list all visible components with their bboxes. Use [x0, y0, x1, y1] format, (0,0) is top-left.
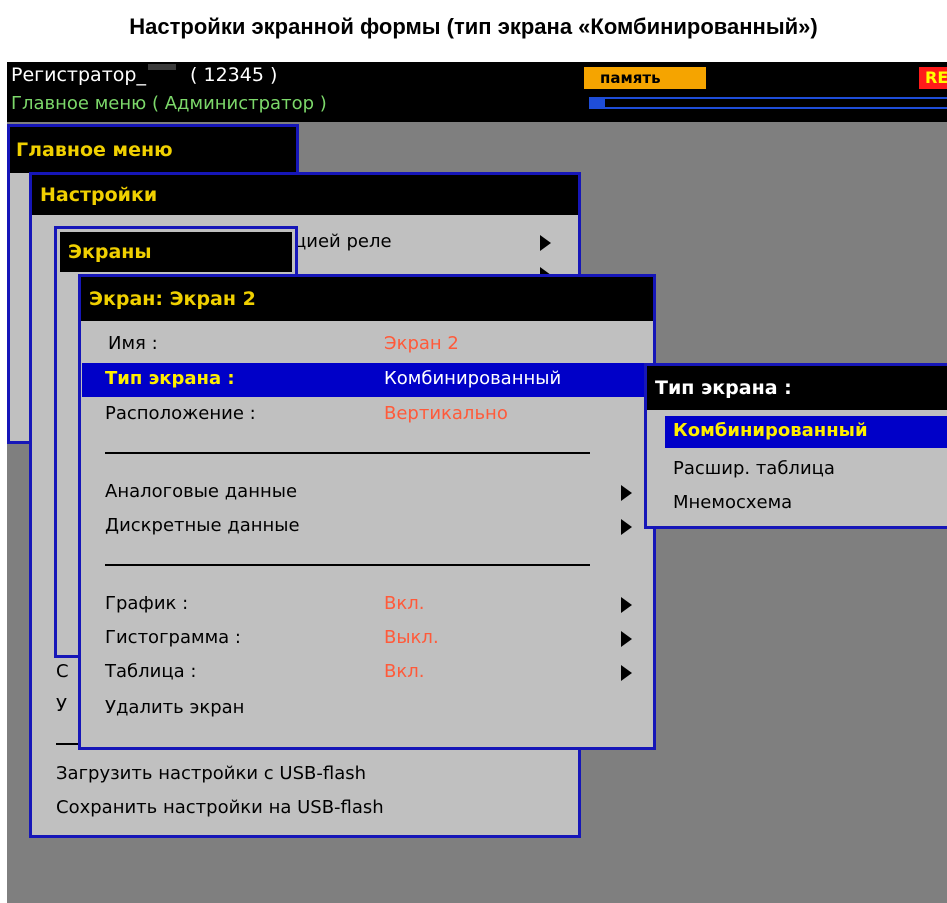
screen-divider-1	[105, 452, 590, 454]
settings-item-partial-1[interactable]: С	[56, 661, 69, 682]
graph-arrow-icon	[621, 597, 632, 613]
memory-progress-fill	[591, 99, 606, 107]
main-menu-title: Главное меню	[10, 127, 296, 173]
device-screen: Регистратор_ ( 12345 ) Главное меню ( Ад…	[7, 62, 947, 903]
delete-screen-item[interactable]: Удалить экран	[105, 697, 244, 718]
memory-badge: память	[584, 67, 706, 89]
discrete-data-arrow-icon	[621, 519, 632, 535]
screen-type-value: Комбинированный	[384, 368, 562, 389]
save-settings-usb[interactable]: Сохранить настройки на USB-flash	[56, 797, 384, 818]
table-label[interactable]: Таблица :	[105, 661, 196, 682]
memory-progress-bar	[589, 97, 947, 109]
type-option-combined-label: Комбинированный	[673, 420, 868, 441]
settings-title: Настройки	[32, 175, 578, 215]
settings-item-partial-2[interactable]: У	[56, 695, 67, 716]
screen-divider-2	[105, 564, 590, 566]
device-name-mask	[147, 64, 176, 70]
device-name: Регистратор_	[11, 64, 146, 86]
screen-name-value: Экран 2	[384, 333, 459, 354]
discrete-data-item[interactable]: Дискретные данные	[105, 515, 300, 536]
graph-value: Вкл.	[384, 593, 425, 614]
screen-type-popup: Тип экрана : Комбинированный Расшир. таб…	[644, 363, 947, 529]
analog-data-item[interactable]: Аналоговые данные	[105, 481, 297, 502]
settings-item-relay[interactable]: цией реле	[294, 231, 392, 252]
histogram-label[interactable]: Гистограмма :	[105, 627, 241, 648]
analog-data-arrow-icon	[621, 485, 632, 501]
screen-layout-value: Вертикально	[384, 403, 508, 424]
type-option-extended-table[interactable]: Расшир. таблица	[673, 458, 835, 479]
page-caption: Настройки экранной формы (тип экрана «Ко…	[129, 14, 818, 39]
screens-title: Экраны	[60, 232, 292, 272]
relay-submenu-arrow-icon	[540, 235, 551, 251]
histogram-arrow-icon	[621, 631, 632, 647]
menu-path: Главное меню ( Администратор )	[11, 93, 327, 114]
table-arrow-icon	[621, 665, 632, 681]
screen-type-label: Тип экрана :	[105, 368, 235, 389]
screen-layout-label[interactable]: Расположение :	[105, 403, 256, 424]
type-option-mnemonic[interactable]: Мнемосхема	[673, 492, 792, 513]
screen-type-popup-title: Тип экрана :	[647, 366, 947, 410]
graph-label[interactable]: График :	[105, 593, 188, 614]
screen-name-label[interactable]: Имя :	[108, 333, 158, 354]
screen-settings-title: Экран: Экран 2	[81, 277, 653, 321]
load-settings-usb[interactable]: Загрузить настройки с USB-flash	[56, 763, 366, 784]
histogram-value: Выкл.	[384, 627, 439, 648]
device-id: ( 12345 )	[190, 64, 278, 86]
screen-settings-panel: Экран: Экран 2 Имя : Экран 2 Тип экрана …	[78, 274, 656, 750]
rec-badge: RE	[919, 67, 947, 89]
device-title: Регистратор_ ( 12345 )	[11, 64, 277, 86]
table-value: Вкл.	[384, 661, 425, 682]
status-bar: Регистратор_ ( 12345 ) Главное меню ( Ад…	[7, 62, 947, 122]
